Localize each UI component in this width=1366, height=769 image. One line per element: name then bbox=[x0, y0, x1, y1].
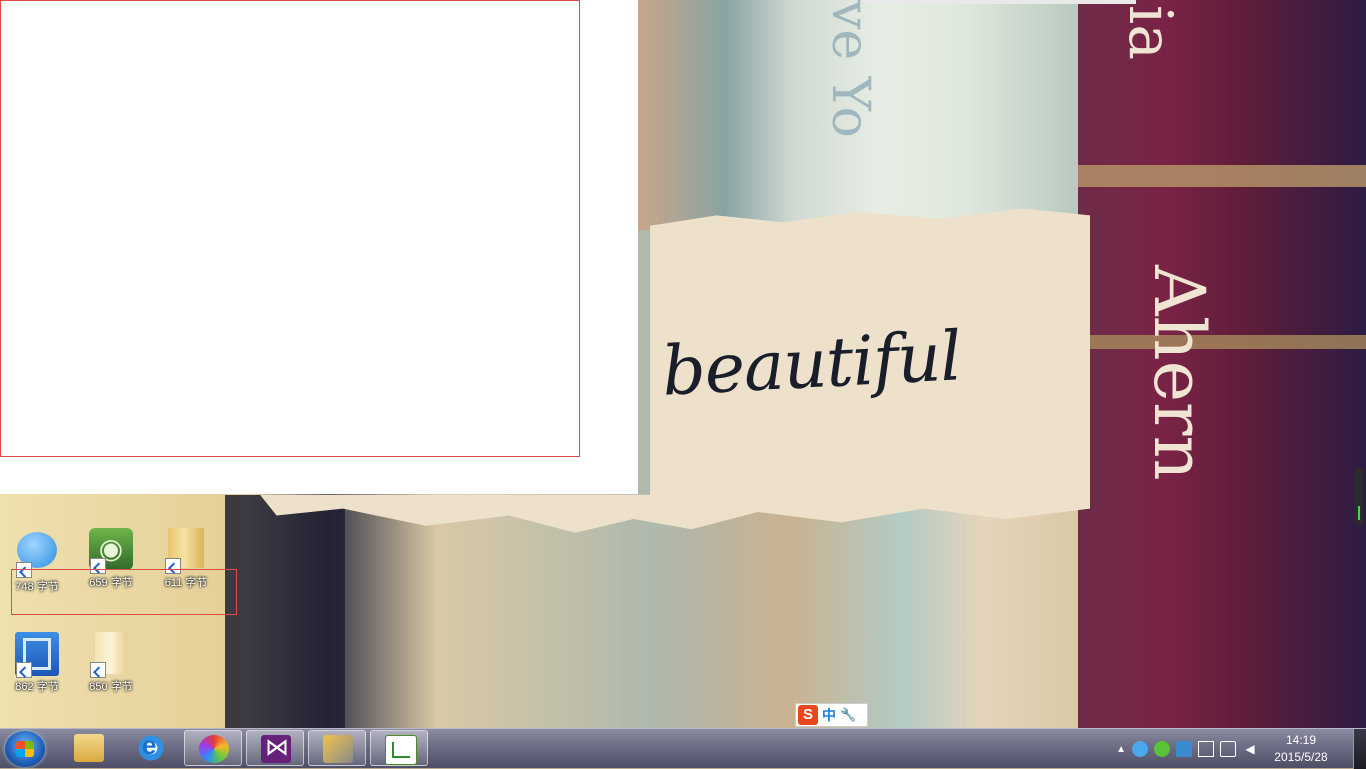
explorer-icon bbox=[74, 734, 104, 762]
desktop-icon-label: 862 字节 bbox=[15, 681, 59, 693]
system-tray: ▲ ◀ bbox=[1116, 729, 1258, 769]
volume-icon[interactable]: ◀ bbox=[1242, 741, 1258, 757]
chart-app-icon bbox=[385, 735, 417, 765]
desktop-icon-folder-2[interactable]: 850 字节 bbox=[76, 632, 146, 694]
visual-studio-icon bbox=[261, 733, 291, 763]
clock-date: 2015/5/28 bbox=[1274, 750, 1328, 764]
taskbar: ▲ ◀ 14:19 2015/5/28 bbox=[0, 728, 1366, 769]
tray-expand-button[interactable]: ▲ bbox=[1116, 744, 1126, 755]
wechat-icon[interactable] bbox=[1154, 741, 1170, 757]
taskbar-tools-app[interactable] bbox=[308, 730, 366, 766]
wallpaper-text: ve Yo bbox=[820, 0, 880, 138]
system-clock[interactable]: 14:19 2015/5/28 bbox=[1266, 732, 1336, 766]
network-icon[interactable] bbox=[1220, 741, 1236, 757]
start-button[interactable] bbox=[5, 731, 45, 767]
wallpaper-text: ia bbox=[1115, 5, 1185, 60]
ie-icon bbox=[136, 730, 166, 762]
selection-rectangle bbox=[11, 569, 237, 615]
clock-time: 14:19 bbox=[1285, 733, 1317, 747]
ime-mode-toggle[interactable]: 中 bbox=[822, 705, 836, 725]
wallpaper-word: beautiful bbox=[660, 317, 963, 412]
blank-window[interactable] bbox=[0, 0, 638, 494]
pinwheel-icon bbox=[199, 735, 229, 763]
wallpaper-stripe bbox=[1078, 165, 1366, 187]
desktop-icon-label: 850 字节 bbox=[89, 681, 133, 693]
side-widget-handle[interactable] bbox=[1355, 468, 1363, 526]
shortcut-arrow-icon bbox=[16, 662, 32, 678]
wallpaper-text: Ahern bbox=[1138, 265, 1220, 481]
wrench-icon[interactable]: 🔧 bbox=[840, 707, 856, 723]
wallpaper-book-spine bbox=[1078, 0, 1366, 728]
taskbar-visual-studio[interactable] bbox=[246, 730, 304, 766]
device-icon[interactable] bbox=[1198, 741, 1214, 757]
taskbar-pinwheel-app[interactable] bbox=[184, 730, 242, 766]
tools-icon bbox=[323, 735, 353, 763]
desktop-icon-video[interactable]: 862 字节 bbox=[2, 632, 72, 694]
wallpaper-stripe bbox=[1078, 335, 1366, 349]
taskbar-explorer[interactable] bbox=[60, 730, 118, 766]
wallpaper-dark-band bbox=[225, 495, 345, 728]
edu-icon[interactable] bbox=[1176, 741, 1192, 757]
window-content-frame[interactable] bbox=[0, 0, 580, 457]
taskbar-chart-app[interactable] bbox=[370, 730, 428, 766]
ime-toolbar[interactable]: S 中 🔧 bbox=[795, 703, 868, 727]
window-edge bbox=[864, 0, 1136, 4]
show-desktop-button[interactable] bbox=[1353, 729, 1366, 769]
shortcut-arrow-icon bbox=[90, 662, 106, 678]
qq-tray-icon[interactable] bbox=[1132, 741, 1148, 757]
taskbar-ie[interactable] bbox=[122, 730, 180, 766]
sogou-logo-icon[interactable]: S bbox=[798, 705, 818, 725]
